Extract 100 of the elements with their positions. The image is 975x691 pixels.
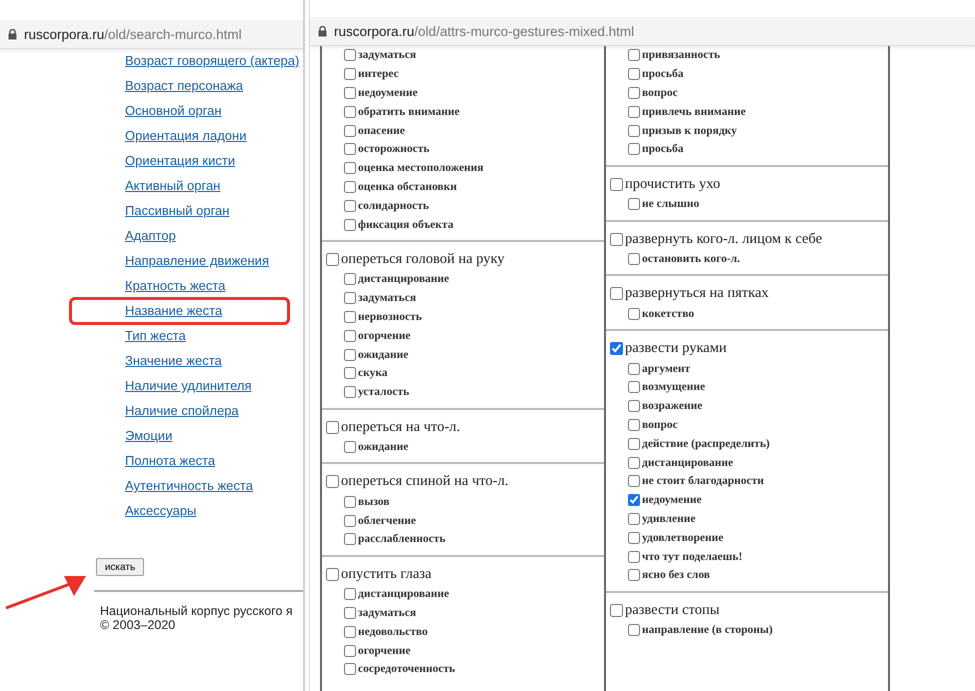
checkbox[interactable] [628,418,640,431]
gesture-label: опустить глаза [341,566,432,583]
gesture-label: опереться на что-л. [341,418,460,436]
checkbox[interactable] [628,400,640,412]
checkbox[interactable] [344,626,356,638]
checkbox[interactable] [344,348,356,361]
search-button[interactable]: искать [96,558,144,576]
checkbox[interactable] [344,310,356,323]
attribute-link[interactable]: Аутентичность жеста [125,476,253,496]
meaning-label: нервозность [358,310,422,323]
checkbox[interactable] [344,330,356,342]
meaning-label: возмущение [642,381,706,394]
attribute-link[interactable]: Тип жеста [125,326,186,346]
checkbox[interactable] [344,106,356,118]
checkbox[interactable] [344,180,356,193]
checkbox[interactable] [344,86,356,99]
gesture-label: опереться головой на руку [341,250,505,268]
meaning-label: вопрос [642,86,678,99]
checkbox[interactable] [344,367,356,380]
checkbox[interactable] [628,456,640,469]
checkbox[interactable] [344,68,356,80]
meaning-label: не слышно [642,198,700,210]
meaning-label: осторожность [358,143,430,156]
checkbox[interactable] [344,514,356,527]
meaning-label: дистанцирование [358,273,450,286]
checkbox[interactable] [610,604,623,617]
checkbox[interactable] [344,218,356,231]
checkbox[interactable] [344,533,356,546]
address-bar[interactable]: ruscorpora.ru/old/attrs-murco-gestures-mixed.html [310,17,975,46]
attribute-link[interactable]: Наличие удлинителя [125,376,252,396]
meaning-label: недоумение [642,494,702,506]
checkbox[interactable] [344,440,356,453]
checkbox[interactable] [628,438,640,450]
checkbox[interactable] [344,162,356,174]
checkbox[interactable] [628,143,640,156]
checkbox[interactable] [610,287,623,300]
lock-icon [318,26,327,36]
checkbox[interactable] [628,569,640,582]
checkbox[interactable] [628,124,640,137]
checkbox[interactable] [628,308,640,320]
checkbox[interactable] [344,496,356,508]
checkbox[interactable] [628,512,640,525]
attribute-link[interactable]: Полнота жеста [125,451,216,471]
checkbox[interactable] [344,200,356,212]
checkbox[interactable] [344,588,356,600]
checkbox[interactable] [344,292,356,304]
checkbox[interactable] [344,273,356,286]
meaning-label: солидарность [358,200,429,212]
checkbox[interactable] [628,494,640,506]
footer-text: Национальный корпус русского я © 2003–2020 [100,604,294,632]
checkbox[interactable] [344,663,356,676]
attribute-link[interactable]: Кратность жеста [125,276,226,296]
checkbox[interactable] [628,624,640,636]
checkbox[interactable] [628,475,640,488]
meaning-label: ожидание [358,440,408,453]
meaning-label: аргумент [642,362,690,375]
meaning-label: оценка местоположения [358,162,484,174]
attribute-link[interactable]: Пассивный орган [125,201,230,221]
meaning-label: возражение [642,400,702,412]
checkbox[interactable] [344,606,356,619]
checkbox[interactable] [326,252,339,266]
meaning-label: не стоит благодарности [642,475,764,488]
attribute-link[interactable]: Активный орган [125,176,220,196]
attribute-link[interactable]: Эмоции [125,426,172,446]
checkbox[interactable] [344,49,356,62]
attribute-link[interactable]: Название жеста [125,301,222,321]
attribute-link[interactable]: Адаптор [125,226,176,246]
checkbox[interactable] [628,198,640,210]
attribute-link[interactable]: Возраст персонажа [125,76,243,96]
checkbox[interactable] [344,386,356,398]
meaning-label: расслабленность [358,533,446,546]
checkbox[interactable] [628,49,640,62]
checkbox[interactable] [628,381,640,394]
attribute-link[interactable]: Основной орган [125,101,222,121]
meaning-label: ясно без слов [642,569,710,582]
address-bar[interactable]: ruscorpora.ru/old/search-murco.html [0,20,303,49]
checkbox[interactable] [344,143,356,156]
attribute-link[interactable]: Ориентация кисти [125,151,236,171]
attribute-link[interactable]: Наличие спойлера [125,401,239,421]
attribute-link[interactable]: Аксессуары [125,501,196,521]
attribute-link[interactable]: Значение жеста [125,351,222,371]
checkbox[interactable] [610,342,623,356]
checkbox[interactable] [344,124,356,137]
checkbox[interactable] [628,86,640,99]
checkbox[interactable] [628,68,640,80]
checkbox[interactable] [326,568,339,581]
checkbox[interactable] [610,232,623,246]
checkbox[interactable] [326,475,339,488]
checkbox[interactable] [628,550,640,563]
checkbox[interactable] [344,644,356,657]
attribute-link[interactable]: Ориентация ладони [125,126,246,146]
checkbox[interactable] [628,362,640,375]
checkbox[interactable] [628,532,640,544]
attribute-link[interactable]: Возраст говорящего (актера) [125,51,300,71]
meaning-label: просьба [642,143,684,156]
checkbox[interactable] [326,420,339,434]
checkbox[interactable] [628,106,640,118]
checkbox[interactable] [628,252,640,265]
checkbox[interactable] [610,178,623,191]
attribute-link[interactable]: Направление движения [125,251,269,271]
